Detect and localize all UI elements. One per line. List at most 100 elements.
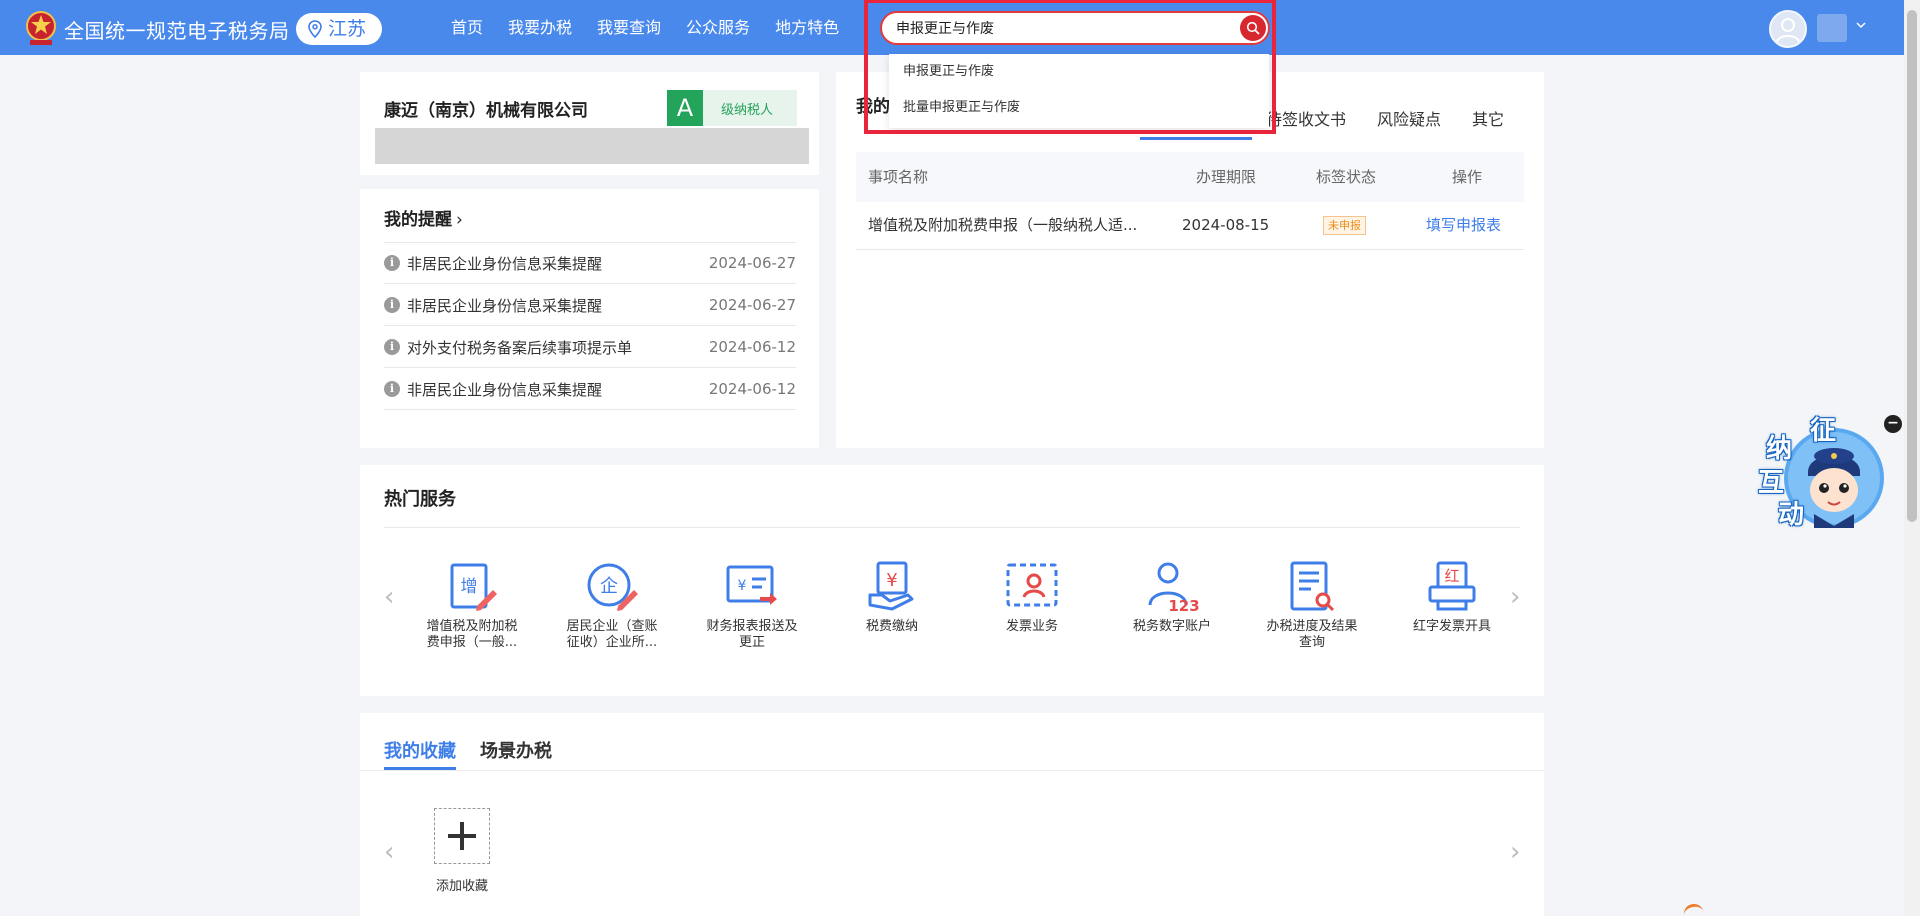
decorative-corner — [1681, 902, 1705, 916]
search-button[interactable] — [1240, 15, 1266, 41]
mascot-char: 征 — [1810, 416, 1837, 446]
svg-text:123: 123 — [1168, 597, 1199, 615]
list-item[interactable]: i 非居民企业身份信息采集提醒 2024-06-12 — [384, 368, 796, 410]
service-digital-account[interactable]: 123 税务数字账户 — [1102, 559, 1242, 635]
search-box — [880, 11, 1270, 45]
region-selector[interactable]: 江苏 — [296, 13, 382, 45]
add-favorite-label: 添加收藏 — [435, 879, 488, 894]
progress-query-icon — [1290, 561, 1335, 612]
mascot-close-button[interactable]: − — [1884, 415, 1902, 433]
add-favorite-button[interactable] — [434, 808, 490, 864]
list-item[interactable]: i 对外支付税务备案后续事项提示单 2024-06-12 — [384, 326, 796, 368]
chevron-down-icon[interactable] — [1855, 21, 1867, 29]
red-invoice-icon: 红 — [1428, 561, 1476, 611]
matter-name[interactable]: 增值税及附加税费申报（一般纳税人适... — [868, 202, 1137, 248]
user-avatar[interactable] — [1769, 10, 1807, 48]
reminder-date: 2024-06-27 — [708, 296, 796, 314]
tab-others[interactable]: 其它 — [1472, 106, 1504, 130]
table-row: 增值税及附加税费申报（一般纳税人适... 2024-08-15 未申报 填写申报… — [856, 202, 1524, 250]
tax-payment-icon: ¥ — [868, 561, 914, 611]
search-suggestions: 申报更正与作废 批量申报更正与作废 — [889, 54, 1269, 128]
tab-scenario-tax[interactable]: 场景办税 — [480, 737, 552, 763]
nav-local-feature[interactable]: 地方特色 — [775, 0, 839, 55]
service-label: 办税进度及结果 查询 — [1266, 619, 1358, 650]
grade-letter: A — [667, 90, 703, 126]
reminder-date: 2024-06-12 — [708, 338, 796, 356]
nav-public-service[interactable]: 公众服务 — [686, 0, 750, 55]
active-tab-indicator — [1140, 137, 1252, 140]
grade-text: 级纳税人 — [721, 103, 774, 118]
reminder-date: 2024-06-12 — [708, 380, 796, 398]
service-label: 财务报表报送及 更正 — [706, 619, 798, 650]
reminders-list: i 非居民企业身份信息采集提醒 2024-06-27 i 非居民企业身份信息采集… — [384, 242, 796, 410]
status-badge: 未申报 — [1323, 216, 1366, 235]
suggestion-item[interactable]: 申报更正与作废 — [889, 54, 1269, 90]
hot-services-card: 热门服务 ‹ › 增 增值税及附加税 费申报（一般... 企 居民企业（查账 征收）… — [360, 465, 1544, 696]
service-financial-report[interactable]: ¥ 财务报表报送及 更正 — [682, 559, 822, 651]
nav-handle-tax[interactable]: 我要办税 — [508, 0, 572, 55]
mascot-char: 纳 — [1766, 434, 1793, 464]
plus-icon — [448, 822, 476, 850]
reminder-text: 非居民企业身份信息采集提醒 — [407, 296, 603, 315]
matter-deadline: 2024-08-15 — [1182, 216, 1270, 234]
service-enterprise-income[interactable]: 企 居民企业（查账 征收）企业所... — [542, 559, 682, 651]
service-vat-declaration[interactable]: 增 增值税及附加税 费申报（一般... — [402, 559, 542, 651]
svg-text:增: 增 — [461, 577, 478, 597]
chevron-left-icon[interactable]: ‹ — [384, 582, 394, 612]
service-label: 居民企业（查账 征收）企业所... — [566, 619, 658, 650]
reminder-text: 非居民企业身份信息采集提醒 — [407, 254, 603, 273]
reminders-title[interactable]: 我的提醒 › — [384, 205, 463, 230]
tab-pending-documents[interactable]: 待签收文书 — [1266, 106, 1346, 130]
service-red-invoice[interactable]: 红 红字发票开具 — [1382, 559, 1522, 635]
info-icon: i — [384, 339, 400, 355]
reminder-text: 非居民企业身份信息采集提醒 — [407, 380, 603, 399]
matters-title: 我的 — [856, 97, 890, 117]
list-item[interactable]: i 非居民企业身份信息采集提醒 2024-06-27 — [384, 284, 796, 326]
reminders-card: 我的提醒 › i 非居民企业身份信息采集提醒 2024-06-27 i 非居民企业… — [360, 189, 819, 448]
reminders-title-text: 我的提醒 — [384, 210, 452, 230]
service-invoice[interactable]: 发票业务 — [962, 559, 1102, 635]
taxpayer-grade-badge: A 级纳税人 — [667, 90, 797, 126]
nav-home[interactable]: 首页 — [451, 0, 483, 55]
chevron-right-icon[interactable]: › — [1510, 837, 1520, 867]
region-label: 江苏 — [328, 18, 367, 40]
nav-query[interactable]: 我要查询 — [597, 0, 661, 55]
digital-account-icon: 123 — [1148, 562, 1200, 615]
fill-declaration-link[interactable]: 填写申报表 — [1426, 202, 1501, 248]
search-icon — [1246, 21, 1260, 35]
column-header: 事项名称 — [868, 168, 929, 186]
service-tax-payment[interactable]: ¥ 税费缴纳 — [822, 559, 962, 635]
service-label: 红字发票开具 — [1412, 619, 1491, 634]
svg-text:企: 企 — [600, 576, 618, 597]
site-title[interactable]: 全国统一规范电子税务局 — [64, 15, 290, 44]
service-label: 增值税及附加税 费申报（一般... — [426, 619, 518, 650]
svg-text:红: 红 — [1444, 567, 1459, 585]
main-nav: 首页 我要办税 我要查询 公众服务 地方特色 — [451, 0, 839, 55]
svg-text:¥: ¥ — [886, 570, 897, 591]
tax-emblem-icon[interactable] — [24, 9, 58, 47]
interaction-mascot[interactable]: 征 纳 互 动 — [1756, 410, 1886, 540]
info-icon: i — [384, 297, 400, 313]
table-header: 事项名称 办理期限 标签状态 操作 — [856, 152, 1524, 202]
service-progress-query[interactable]: 办税进度及结果 查询 — [1242, 559, 1382, 651]
company-card: 康迈（南京）机械有限公司 A 级纳税人 — [360, 72, 819, 175]
chevron-right-icon: › — [456, 210, 463, 230]
top-bar: 全国统一规范电子税务局 江苏 首页 我要办税 我要查询 公众服务 地方特色 — [0, 0, 1920, 55]
service-label: 税费缴纳 — [865, 619, 918, 634]
search-input[interactable] — [896, 13, 1226, 43]
financial-report-icon: ¥ — [726, 565, 777, 605]
divider — [384, 527, 1520, 528]
scrollbar-thumb[interactable] — [1907, 10, 1917, 522]
user-name-redacted[interactable] — [1817, 14, 1847, 42]
tab-risk-doubts[interactable]: 风险疑点 — [1377, 106, 1441, 130]
tab-my-favorites[interactable]: 我的收藏 — [384, 737, 456, 763]
column-header: 标签状态 — [1316, 168, 1377, 186]
column-header: 办理期限 — [1196, 168, 1257, 186]
vat-declaration-icon: 增 — [450, 563, 497, 611]
list-item[interactable]: i 非居民企业身份信息采集提醒 2024-06-27 — [384, 242, 796, 284]
info-icon: i — [384, 255, 400, 271]
suggestion-item[interactable]: 批量申报更正与作废 — [889, 90, 1269, 126]
info-icon: i — [384, 381, 400, 397]
company-name: 康迈（南京）机械有限公司 — [384, 101, 588, 121]
chevron-left-icon[interactable]: ‹ — [384, 837, 394, 867]
